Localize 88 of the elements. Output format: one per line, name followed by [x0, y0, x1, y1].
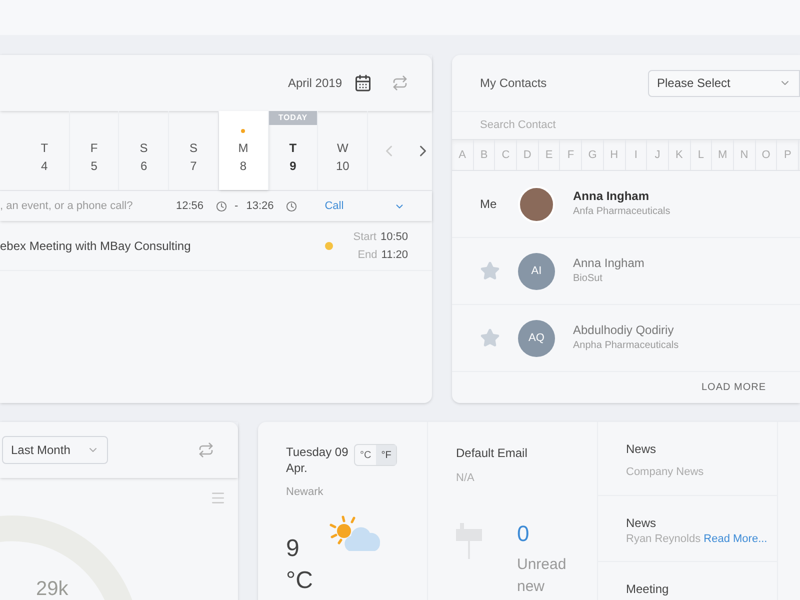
start-label: Start — [353, 230, 376, 244]
email-title: Default Email — [456, 445, 528, 462]
news-title: News — [626, 441, 658, 458]
avatar-photo — [518, 186, 555, 222]
end-time[interactable]: 13:26 — [246, 198, 274, 214]
day-number: 9 — [290, 158, 296, 174]
filter-select[interactable]: Please Select — [648, 70, 800, 96]
contact-company: Anfa Pharmaceuticals — [573, 205, 670, 219]
read-more-link[interactable]: Read More... — [704, 532, 768, 544]
day-column[interactable]: T 4 — [20, 111, 70, 190]
start-time[interactable]: 12:56 — [176, 198, 204, 214]
contact-company: BioSut — [573, 272, 604, 286]
day-letter: T — [40, 140, 48, 156]
letter-tab[interactable]: A — [452, 140, 474, 170]
star-icon[interactable] — [480, 261, 500, 281]
day-letter: W — [337, 140, 348, 156]
letter-tab[interactable]: F — [560, 140, 582, 170]
star-icon[interactable] — [480, 328, 500, 348]
end-time: 11:20 — [381, 248, 408, 262]
news-title: Meeting — [626, 580, 670, 598]
day-number: 6 — [140, 158, 148, 174]
period-select[interactable]: Last Month — [2, 436, 108, 464]
day-column[interactable]: TODAY T 9 — [268, 111, 318, 190]
letter-tab[interactable]: M — [712, 140, 734, 170]
day-column[interactable]: S 6 — [119, 111, 170, 190]
type-dropdown[interactable]: Call — [324, 198, 405, 214]
day-number: 4 — [41, 158, 48, 174]
email-address: N/A — [456, 471, 476, 486]
clock-icon[interactable] — [216, 200, 227, 212]
letter-tab[interactable]: O — [756, 140, 778, 170]
chart-center-value: 29k — [36, 577, 68, 600]
contacts-title: My Contacts — [480, 75, 548, 92]
entry-placeholder[interactable]: , an event, or a phone call? — [0, 198, 170, 214]
day-column[interactable]: W 10 — [318, 111, 368, 190]
load-more-button[interactable]: LOAD MORE — [701, 380, 766, 395]
letter-tab[interactable]: G — [582, 140, 604, 170]
day-letter: M — [238, 140, 248, 156]
unread-count: 0 — [517, 520, 530, 548]
letter-tab[interactable]: P — [777, 140, 799, 170]
clock-icon[interactable] — [286, 200, 297, 212]
day-number: 8 — [240, 158, 247, 174]
letter-tab[interactable]: K — [668, 140, 691, 170]
letter-tab[interactable]: J — [647, 140, 669, 170]
day-letter: S — [190, 140, 198, 156]
letter-tab[interactable]: H — [604, 140, 626, 170]
letter-tab[interactable]: N — [734, 140, 756, 170]
me-label: Me — [480, 196, 497, 213]
contact-company: Anpha Pharmaceuticals — [573, 339, 679, 353]
letter-tab[interactable]: I — [626, 140, 648, 170]
news-text: Company News — [626, 465, 705, 480]
news-text: Ryan Reynolds Read More... — [626, 532, 768, 546]
time-separator: - — [234, 198, 238, 214]
letter-tab[interactable]: L — [690, 140, 712, 170]
month-label: April 2019 — [288, 75, 342, 92]
unit-toggle[interactable]: °F — [376, 445, 396, 465]
day-letter: T — [289, 140, 297, 156]
temperature-value: 9 — [286, 534, 300, 564]
letter-tab[interactable]: D — [517, 140, 539, 170]
contact-name[interactable]: Anna Ingham — [573, 255, 644, 271]
day-column[interactable]: M 8 — [218, 111, 269, 190]
end-label: End — [358, 248, 378, 262]
day-letter: F — [90, 140, 98, 156]
day-number: 7 — [190, 158, 197, 174]
letter-tab[interactable]: E — [538, 140, 560, 170]
day-letter: S — [140, 140, 148, 156]
contact-name[interactable]: Abdulhodiy Qodiriy — [573, 322, 679, 338]
refresh-icon[interactable] — [392, 75, 408, 91]
day-number: 5 — [90, 158, 98, 174]
city-label: Newark — [286, 485, 324, 500]
event-title[interactable]: ebex Meeting with MBay Consulting — [0, 236, 326, 254]
contact-name[interactable]: Anna Ingham — [573, 188, 670, 204]
letter-tab[interactable]: C — [495, 140, 518, 170]
calendar-icon[interactable] — [354, 74, 372, 92]
unread-label: Unread new — [517, 554, 568, 596]
search-field[interactable]: Search Contact — [452, 111, 800, 139]
avatar-initials: AI — [518, 252, 555, 290]
avatar-initials: AQ — [518, 320, 555, 356]
temperature-unit: °C — [286, 566, 313, 596]
unit-toggle[interactable]: °C — [355, 445, 376, 465]
weather-date: Tuesday 09 Apr. — [286, 444, 350, 476]
day-number: 10 — [336, 158, 350, 174]
start-time: 10:50 — [380, 230, 408, 244]
today-badge: TODAY — [268, 111, 318, 125]
day-column[interactable]: F 5 — [70, 111, 120, 190]
news-title: News — [626, 514, 658, 532]
menu-icon[interactable] — [210, 490, 226, 506]
refresh-icon[interactable] — [198, 442, 214, 458]
letter-tab[interactable]: B — [474, 140, 496, 170]
